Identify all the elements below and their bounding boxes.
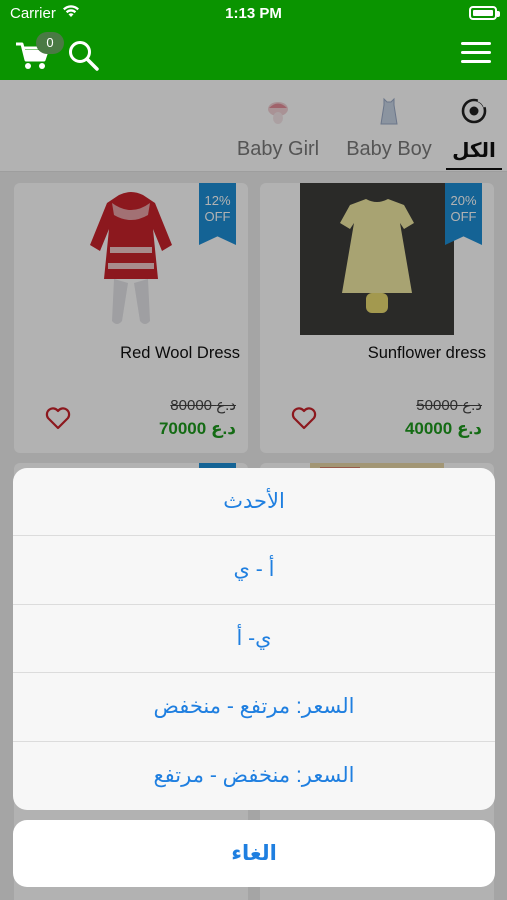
cancel-button[interactable]: الغاء <box>13 820 495 887</box>
status-bar: Carrier 1:13 PM <box>0 0 507 28</box>
search-icon[interactable] <box>66 38 100 72</box>
sort-action-sheet: الأحدث أ - ي ي- أ السعر: مرتفع - منخفض ا… <box>13 468 495 810</box>
sort-option-price-high-low[interactable]: السعر: مرتفع - منخفض <box>13 673 495 742</box>
sort-option-price-low-high[interactable]: السعر: منخفض - مرتفع <box>13 742 495 810</box>
hamburger-menu-icon[interactable] <box>461 42 491 66</box>
cart-count-badge: 0 <box>36 32 64 54</box>
sort-option-a-to-z[interactable]: أ - ي <box>13 536 495 605</box>
clock: 1:13 PM <box>225 5 282 22</box>
sort-option-z-to-a[interactable]: ي- أ <box>13 605 495 674</box>
battery-icon <box>469 6 500 20</box>
app-header: 0 <box>0 28 507 80</box>
sort-option-newest[interactable]: الأحدث <box>13 468 495 537</box>
